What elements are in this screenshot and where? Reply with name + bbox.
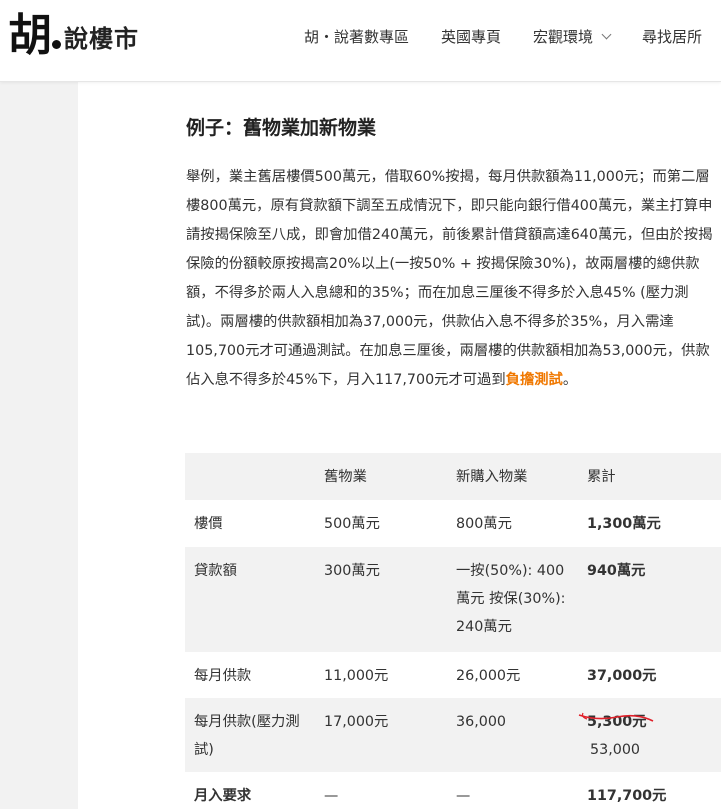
site-logo[interactable]: 胡 說樓市 <box>8 8 139 64</box>
table-header-cell: 舊物業 <box>316 453 448 500</box>
table-row: 貸款額 300萬元 一按(50%): 400萬元 按保(30%): 240萬元 … <box>185 547 721 652</box>
row-label: 月入要求 <box>194 788 252 804</box>
cell-total: 117,700元 <box>587 788 667 804</box>
cell-new: — <box>456 788 471 804</box>
section-title: 例子：舊物業加新物業 <box>186 117 377 139</box>
cell-old: — <box>324 788 339 804</box>
table-row: 每月供款(壓力測試) 17,000元 36,000 5,300元 53,000 <box>185 698 721 772</box>
cell-total: 940萬元 <box>579 547 721 652</box>
stress-test-link[interactable]: 負擔測試 <box>506 372 563 388</box>
table-row: 月入要求 — — 117,700元 <box>185 772 721 812</box>
logo-dot <box>52 39 61 49</box>
cell-old: 300萬元 <box>316 547 448 652</box>
article-paragraph: 舉例，業主舊居樓價500萬元，借取60%按揭，每月供款額為11,000元；而第二… <box>186 163 716 395</box>
struck-total: 5,300元 <box>587 714 647 730</box>
table-row: 每月供款 11,000元 26,000元 37,000元 <box>185 652 721 698</box>
main-nav: 胡・說著數專區 英國專頁 宏觀環境 尋找居所 <box>304 24 721 48</box>
struck-total-wrap: 5,300元 <box>578 708 654 736</box>
cell-old: 17,000元 <box>316 698 448 772</box>
nav-item-macro[interactable]: 宏觀環境 <box>533 26 612 47</box>
cell-new: 一按(50%): 400萬元 按保(30%): 240萬元 <box>448 547 579 652</box>
nav-item-hu-promo[interactable]: 胡・說著數專區 <box>304 26 409 47</box>
paragraph-text: 舉例，業主舊居樓價500萬元，借取60%按揭，每月供款額為11,000元；而第二… <box>186 169 713 388</box>
paragraph-end: 。 <box>562 372 578 388</box>
row-label: 樓價 <box>194 516 223 532</box>
table-header-row: 舊物業 新購入物業 累計 <box>185 453 721 500</box>
cell-total: 37,000元 <box>587 668 657 684</box>
corrected-total: 53,000 <box>590 742 641 758</box>
table-header-cell <box>185 453 316 500</box>
cell-new: 36,000 <box>448 698 579 772</box>
nav-item-uk[interactable]: 英國專頁 <box>441 26 501 47</box>
row-label: 每月供款 <box>194 668 252 684</box>
nav-item-label: 尋找居所 <box>642 27 703 46</box>
row-label: 每月供款(壓力測試) <box>185 698 316 772</box>
nav-item-label: 胡・說著數專區 <box>304 27 410 46</box>
cell-old: 500萬元 <box>324 516 380 532</box>
cell-total: 5,300元 53,000 <box>578 698 721 772</box>
logo-mark: 胡 <box>8 10 52 61</box>
nav-item-label: 宏觀環境 <box>533 27 594 46</box>
cell-old: 11,000元 <box>324 668 389 684</box>
cell-new: 26,000元 <box>456 668 521 684</box>
row-label: 貸款額 <box>185 547 316 652</box>
cell-total: 1,300萬元 <box>587 516 661 532</box>
logo-text: 說樓市 <box>64 25 139 53</box>
table-row: 樓價 500萬元 800萬元 1,300萬元 <box>185 500 721 547</box>
nav-item-find-home[interactable]: 尋找居所 <box>642 26 702 47</box>
table-header-cell: 新購入物業 <box>448 453 579 500</box>
cell-new: 800萬元 <box>456 516 512 532</box>
site-header: 胡 說樓市 胡・說著數專區 英國專頁 宏觀環境 尋找居所 <box>0 0 721 82</box>
nav-item-label: 英國專頁 <box>441 27 502 46</box>
chevron-down-icon <box>601 29 612 39</box>
table-header-cell: 累計 <box>579 453 721 500</box>
mortgage-comparison-table: 舊物業 新購入物業 累計 樓價 500萬元 800萬元 1,300萬元 貸款額 … <box>185 453 721 812</box>
